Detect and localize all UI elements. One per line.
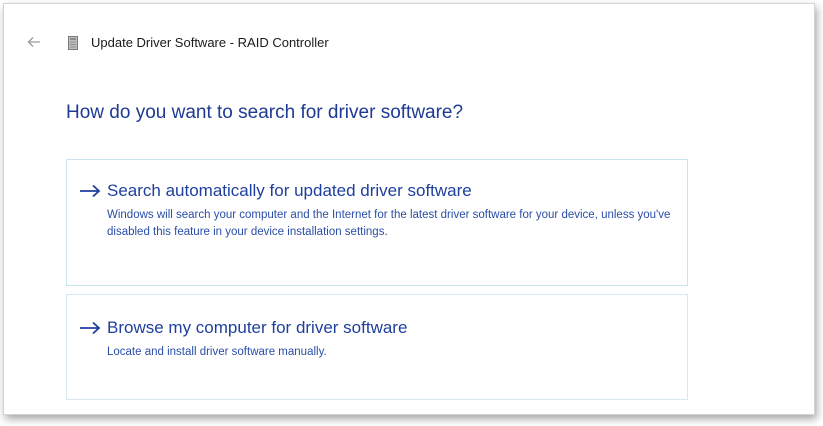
option-description: Locate and install driver software manua… bbox=[107, 346, 327, 358]
option-title: Search automatically for updated driver … bbox=[107, 181, 472, 200]
window-title: Update Driver Software - RAID Controller bbox=[91, 35, 329, 50]
dialog-header: Update Driver Software - RAID Controller bbox=[4, 4, 814, 84]
back-arrow-icon[interactable] bbox=[26, 35, 42, 51]
right-arrow-icon bbox=[80, 184, 101, 198]
device-icon bbox=[68, 36, 78, 50]
browse-computer-option[interactable]: Browse my computer for driver software L… bbox=[66, 294, 688, 400]
right-arrow-icon bbox=[80, 321, 101, 335]
option-description: Windows will search your computer and th… bbox=[107, 209, 671, 238]
search-automatically-option[interactable]: Search automatically for updated driver … bbox=[66, 159, 688, 286]
page-heading: How do you want to search for driver sof… bbox=[66, 102, 464, 123]
option-title: Browse my computer for driver software bbox=[107, 318, 408, 337]
update-driver-dialog: Update Driver Software - RAID Controller… bbox=[3, 3, 815, 415]
back-arrow-glyph bbox=[27, 37, 40, 47]
